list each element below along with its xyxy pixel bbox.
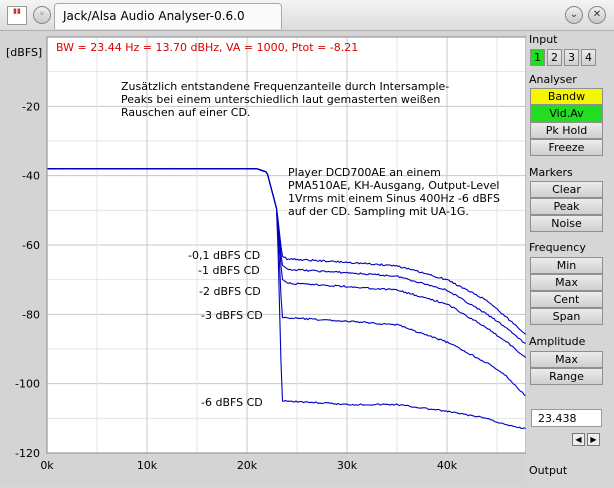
window-menu-icon[interactable]: ◦ [33, 6, 51, 24]
freeze-button[interactable]: Freeze [530, 139, 603, 156]
y-tick-label: -20 [22, 100, 40, 113]
title-bar: ▮▮ ◦ Jack/Alsa Audio Analyser-0.6.0 [jaa… [0, 0, 614, 48]
spectrum-chart: -20 -40 -60 -80 -100 -120 0k 10k 20k 30k 40k [dBF… [6, 36, 527, 472]
x-tick-label: 30k [337, 459, 358, 472]
clear-markers-button[interactable]: Clear [530, 181, 603, 198]
amp-range-button[interactable]: Range [530, 368, 603, 385]
player-note-line-2: PMA510AE, KH-Ausgang, Output-Level [288, 179, 499, 192]
window-title: Jack/Alsa Audio Analyser-0.6.0 [jaaa] [54, 3, 282, 48]
top-note-line-2: Peaks bei einem unterschiedlich laut gem… [121, 93, 440, 106]
curve-label-1: -1 dBFS CD [198, 264, 260, 277]
input-3-button[interactable]: 3 [564, 49, 579, 66]
increase-arrow-icon[interactable]: ▶ [587, 433, 600, 446]
freq-center-button[interactable]: Cent [530, 291, 603, 308]
y-tick-label: -40 [22, 170, 40, 183]
curve-label-2: -2 dBFS CD [199, 285, 261, 298]
amplitude-label: Amplitude [529, 335, 586, 348]
y-tick-label: -80 [22, 308, 40, 321]
top-note-line-3: Rauschen auf einer CD. [121, 106, 250, 119]
control-panel: Input 1 2 3 4 Analyser Bandw Vid.Av Pk H… [526, 31, 614, 487]
player-note-line-3: 1Vrms mit einem Sinus 400Hz -6 dBFS [288, 192, 500, 205]
y-tick-label: -60 [22, 239, 40, 252]
spectrum-plot-area: -20 -40 -60 -80 -100 -120 0k 10k 20k 30k 40k [dBF… [0, 31, 527, 484]
input-label: Input [529, 33, 558, 46]
markers-label: Markers [529, 166, 573, 179]
bandwidth-button[interactable]: Bandw [530, 88, 603, 105]
video-average-button[interactable]: Vid.Av [530, 105, 603, 122]
freq-min-button[interactable]: Min [530, 257, 603, 274]
curve-label-4: -6 dBFS CD [201, 396, 263, 409]
curve-label-3: -3 dBFS CD [201, 309, 263, 322]
analyser-label: Analyser [529, 73, 577, 86]
input-4-button[interactable]: 4 [581, 49, 596, 66]
player-note-line-4: auf der CD. Sampling mit UA-1G. [288, 205, 469, 218]
parameter-value-field[interactable]: 23.438 [531, 409, 602, 427]
input-2-button[interactable]: 2 [547, 49, 562, 66]
frequency-label: Frequency [529, 241, 586, 254]
x-tick-label: 20k [237, 459, 258, 472]
minimize-icon[interactable]: ⌄ [565, 6, 583, 24]
curve-label-0: -0,1 dBFS CD [188, 249, 260, 262]
player-note-line-1: Player DCD700AE an einem [288, 166, 441, 179]
decrease-arrow-icon[interactable]: ◀ [572, 433, 585, 446]
noise-marker-button[interactable]: Noise [530, 215, 603, 232]
y-tick-label: -120 [15, 447, 40, 460]
peak-marker-button[interactable]: Peak [530, 198, 603, 215]
x-tick-label: 10k [137, 459, 158, 472]
y-axis-label: [dBFS] [6, 46, 42, 59]
top-note-line-1: Zusätzlich entstandene Frequenzanteile d… [121, 80, 449, 93]
x-tick-label: 40k [437, 459, 458, 472]
status-line: BW = 23.44 Hz = 13.70 dBHz, VA = 1000, P… [56, 41, 358, 54]
x-tick-label: 0k [40, 459, 54, 472]
y-tick-label: -100 [15, 378, 40, 391]
amp-max-button[interactable]: Max [530, 351, 603, 368]
close-icon[interactable]: ✕ [588, 6, 606, 24]
app-icon[interactable]: ▮▮ [7, 6, 27, 25]
freq-span-button[interactable]: Span [530, 308, 603, 325]
freq-max-button[interactable]: Max [530, 274, 603, 291]
peak-hold-button[interactable]: Pk Hold [530, 122, 603, 139]
input-1-button[interactable]: 1 [530, 49, 545, 66]
output-label: Output [529, 464, 568, 477]
